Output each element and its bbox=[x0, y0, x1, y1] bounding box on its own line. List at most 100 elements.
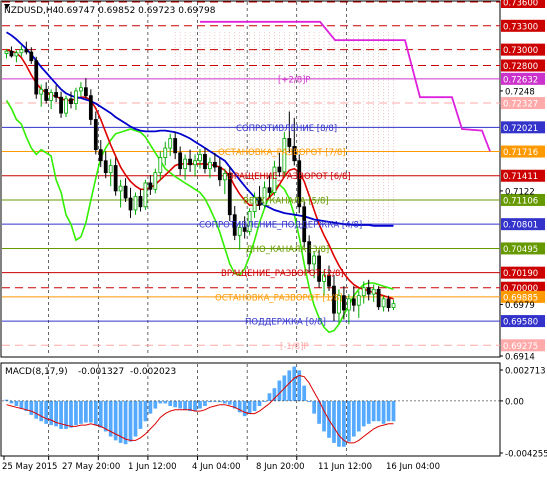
macd-bar bbox=[257, 400, 262, 406]
level-price-label-15: 0.69580 bbox=[503, 318, 538, 328]
level-price-label-16: 0.69275 bbox=[503, 342, 538, 352]
macd-bar bbox=[252, 400, 257, 412]
candle-body bbox=[138, 196, 143, 208]
macd-bar bbox=[287, 370, 292, 401]
candle-body bbox=[203, 153, 207, 170]
murrey-label-7: ОСТАНОВКА_РАЗВОРОТ [7/8] bbox=[218, 148, 346, 158]
trading-chart-window: 0.73600 0.73300 0.73000 0.72800 0.72632 0.723… bbox=[0, 0, 547, 474]
candle-body bbox=[108, 165, 113, 174]
candle-body bbox=[277, 166, 282, 173]
level-price-label-4: 0.72632 bbox=[503, 75, 538, 85]
symbol-label: NZDUSD,H4 bbox=[4, 6, 59, 16]
macd-bar bbox=[267, 393, 272, 401]
macd-bar bbox=[347, 400, 351, 442]
level-price-label-5: 0.72327 bbox=[503, 100, 538, 110]
candle-body bbox=[24, 49, 29, 53]
macd-bar bbox=[153, 400, 158, 409]
candle-body bbox=[217, 166, 222, 181]
macd-bar bbox=[178, 400, 183, 409]
candle-body bbox=[376, 288, 381, 308]
macd-value-1: -0.001327 bbox=[78, 367, 124, 377]
candle-body bbox=[59, 96, 63, 114]
price-tick-label-20: 0.6914 bbox=[505, 353, 535, 363]
candle-body bbox=[143, 182, 148, 208]
macd-bar bbox=[173, 400, 178, 408]
macd-bar bbox=[242, 400, 247, 417]
candle-body bbox=[54, 92, 58, 98]
candle-body bbox=[267, 187, 272, 193]
macd-bar bbox=[222, 400, 227, 404]
time-label-6: 16 Jun 04:00 bbox=[386, 462, 440, 472]
macd-bar bbox=[361, 400, 366, 427]
macd-bar bbox=[98, 400, 103, 428]
candle-body bbox=[4, 50, 9, 54]
macd-bar bbox=[143, 400, 148, 422]
macd-bar bbox=[322, 400, 326, 432]
macd-bar bbox=[79, 400, 83, 424]
level-price-label-8: 0.71411 bbox=[503, 172, 538, 182]
candle-body bbox=[113, 165, 118, 192]
macd-pane[interactable]: MACD(8,17,9) -0.001327 -0.002023 bbox=[0, 362, 501, 457]
candle-body bbox=[371, 288, 376, 295]
murrey-label-10: СОПРОТИВЛЕНИЕ_ПОДДЕРЖКА [4/8] bbox=[199, 221, 362, 231]
macd-bar bbox=[302, 385, 307, 401]
candle-body bbox=[44, 88, 49, 101]
murrey-label-14: ОСТАНОВКА_РАЗВОРОТ [1/8] bbox=[215, 293, 343, 303]
murrey-label-6: СОПРОТИВЛЕНИЕ [8/8] bbox=[236, 124, 337, 134]
macd-bar bbox=[44, 400, 49, 424]
macd-bar bbox=[93, 400, 98, 426]
macd-bar bbox=[381, 400, 386, 424]
candle-body bbox=[14, 52, 19, 57]
macd-bar bbox=[337, 400, 341, 447]
time-label-5: 11 Jun 12:00 bbox=[318, 462, 372, 472]
candle-body bbox=[212, 161, 217, 168]
macd-value-2: -0.002023 bbox=[130, 367, 176, 377]
macd-bar bbox=[69, 400, 73, 428]
candle-body bbox=[356, 295, 361, 306]
candle-body bbox=[118, 185, 123, 192]
candle-body bbox=[173, 138, 178, 154]
time-label-3: 4 Jun 04:00 bbox=[192, 462, 241, 472]
time-label-0: 25 May 2015 bbox=[2, 462, 57, 472]
candle-body bbox=[312, 255, 317, 265]
level-price-label-6: 0.72021 bbox=[503, 124, 538, 134]
level-price-label-11: 0.70495 bbox=[503, 245, 538, 255]
candle-body bbox=[183, 158, 188, 170]
macd-tick-label-2: -0.004255 bbox=[505, 450, 547, 460]
macd-bar bbox=[88, 400, 93, 423]
candle-body bbox=[178, 152, 183, 170]
candle-body bbox=[361, 287, 366, 297]
candle-body bbox=[103, 160, 108, 174]
level-price-label-9: 0.71106 bbox=[503, 196, 538, 206]
candle-body bbox=[29, 51, 34, 62]
macd-bar bbox=[386, 400, 391, 422]
candle-body bbox=[64, 98, 68, 114]
price-tick-label-17: 0.6979 bbox=[505, 301, 535, 311]
candle-body bbox=[346, 298, 351, 311]
candle-body bbox=[148, 182, 153, 190]
candle-body bbox=[49, 92, 54, 101]
macd-bar bbox=[34, 400, 39, 419]
macd-bar bbox=[49, 400, 53, 426]
candle-body bbox=[133, 196, 138, 211]
macd-bar bbox=[29, 400, 34, 415]
macd-bar bbox=[193, 400, 197, 412]
macd-bar bbox=[128, 400, 133, 442]
candle-body bbox=[168, 138, 173, 149]
macd-bar bbox=[14, 400, 19, 406]
macd-bar bbox=[9, 400, 14, 404]
macd-bar bbox=[158, 400, 163, 404]
murrey-label-16: [-1/8]P bbox=[280, 342, 309, 352]
price-pane[interactable]: 0.73600 0.73300 0.73000 0.72800 0.72632 0.723… bbox=[0, 0, 545, 358]
macd-bar bbox=[351, 400, 356, 437]
candle-body bbox=[163, 147, 168, 158]
time-axis: 25 May 2015 27 May 20:00 1 Jun 12:00 4 Jun … bbox=[2, 456, 440, 472]
macd-scale: 0.002713 0.00 -0.004255 bbox=[500, 367, 547, 460]
macd-bar bbox=[292, 366, 297, 401]
candle-body bbox=[98, 149, 103, 162]
candle-body bbox=[366, 287, 371, 295]
chart-canvas[interactable]: 0.73600 0.73300 0.73000 0.72800 0.72632 0.723… bbox=[0, 0, 547, 474]
candle-body bbox=[88, 95, 93, 120]
macd-bar bbox=[247, 400, 252, 414]
macd-bar bbox=[227, 400, 232, 405]
